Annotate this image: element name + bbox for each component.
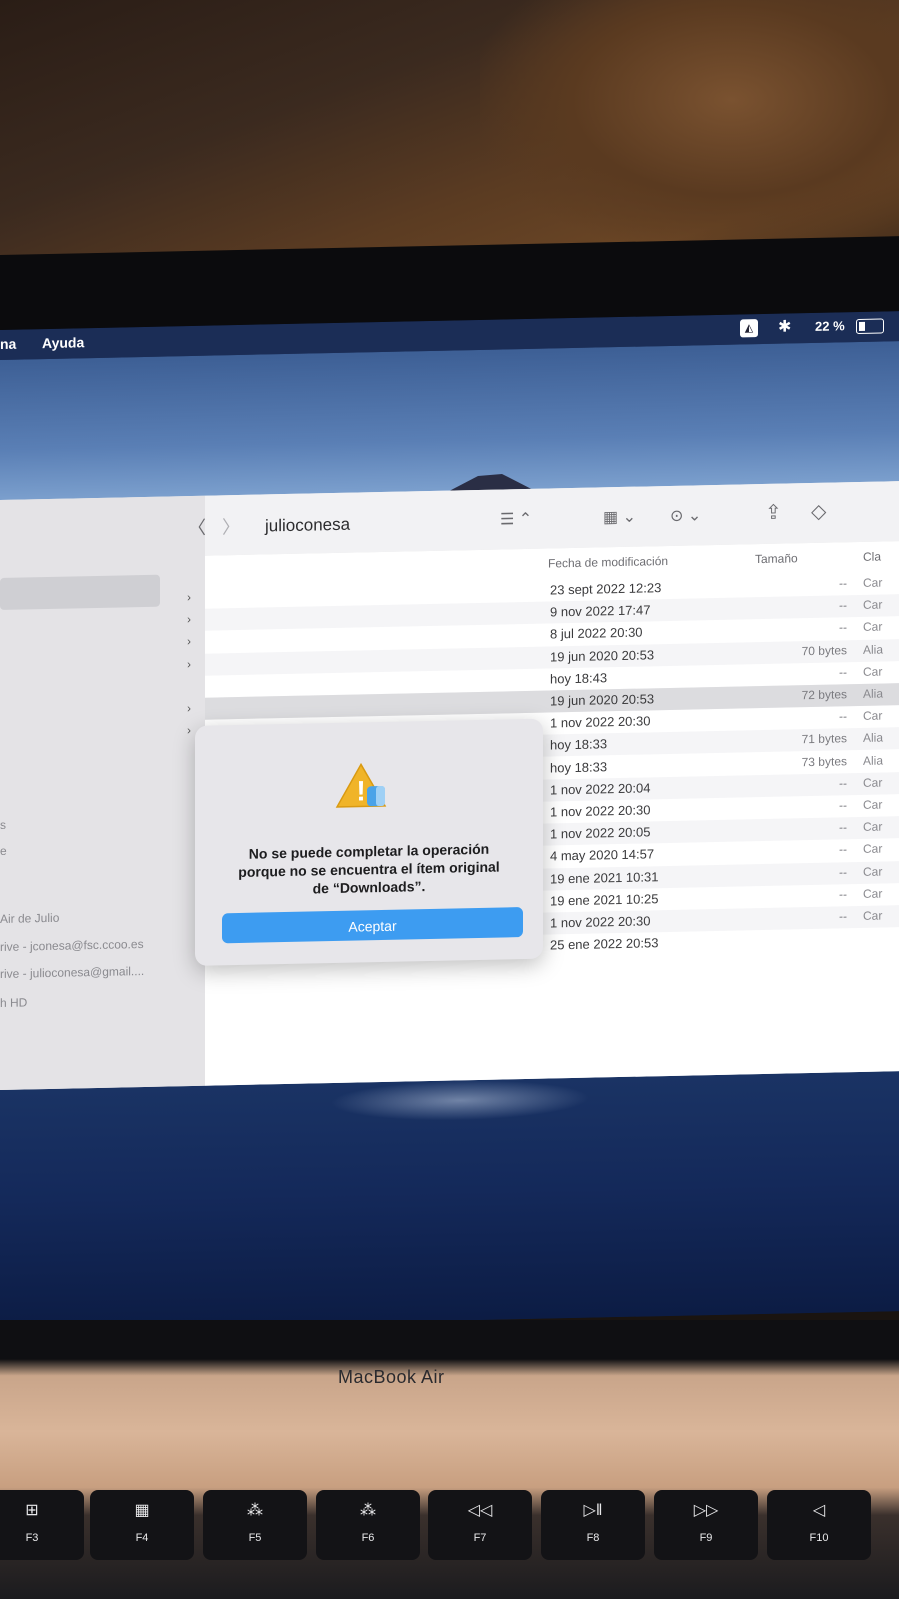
disclosure-chevron-icon[interactable]: › bbox=[187, 612, 191, 626]
forward-button[interactable]: 〉 bbox=[222, 513, 240, 539]
row-size: 71 bytes bbox=[801, 731, 847, 747]
row-size: -- bbox=[839, 820, 847, 835]
accept-button[interactable]: Aceptar bbox=[222, 907, 523, 944]
row-size: -- bbox=[839, 709, 847, 724]
menu-ayuda[interactable]: Ayuda bbox=[42, 334, 84, 351]
row-date: 1 nov 2022 20:05 bbox=[550, 824, 651, 842]
row-date: 19 ene 2021 10:25 bbox=[550, 891, 659, 909]
sidebar-selected-item[interactable] bbox=[0, 574, 160, 610]
row-kind: Alia bbox=[863, 730, 884, 746]
disclosure-chevron-icon[interactable]: › bbox=[187, 723, 191, 737]
row-size: -- bbox=[839, 798, 847, 813]
row-size: -- bbox=[839, 864, 847, 880]
row-date: 4 may 2020 14:57 bbox=[550, 846, 655, 864]
finder-window: s e Air de Julio rive - jconesa@fsc.ccoo… bbox=[0, 481, 899, 1090]
background-light bbox=[480, 0, 899, 250]
row-size: -- bbox=[839, 620, 847, 635]
row-size: -- bbox=[839, 842, 847, 857]
warning-mark: ! bbox=[356, 775, 365, 806]
row-date: 1 nov 2022 20:30 bbox=[550, 713, 651, 731]
sidebar-item-onedrive-2[interactable]: rive - julioconesa@gmail.... bbox=[0, 964, 144, 981]
row-date: 19 ene 2021 10:31 bbox=[550, 868, 659, 887]
row-kind: Car bbox=[863, 886, 883, 901]
row-date: 1 nov 2022 20:04 bbox=[550, 780, 651, 798]
row-size bbox=[777, 931, 847, 932]
disclosure-chevron-icon[interactable]: › bbox=[187, 590, 191, 604]
warning-finder-icon: ! bbox=[335, 762, 387, 808]
disclosure-chevron-icon[interactable]: › bbox=[187, 701, 191, 715]
menu-ventana[interactable]: na bbox=[0, 336, 16, 352]
row-kind: Car bbox=[863, 908, 883, 923]
row-kind: Car bbox=[863, 708, 883, 724]
row-kind: Car bbox=[863, 864, 883, 879]
row-date: hoy 18:43 bbox=[550, 670, 608, 687]
row-kind: Alia bbox=[863, 642, 884, 657]
row-kind: Alia bbox=[863, 753, 884, 768]
wallpaper-foam bbox=[330, 1077, 590, 1124]
row-kind: Car bbox=[863, 841, 883, 857]
row-kind: Alia bbox=[863, 686, 884, 701]
dropbox-icon[interactable]: ◭ bbox=[740, 319, 758, 338]
row-date: hoy 18:33 bbox=[550, 758, 608, 776]
finder-sidebar: s e Air de Julio rive - jconesa@fsc.ccoo… bbox=[0, 495, 205, 1090]
bluetooth-icon[interactable]: ✱ bbox=[778, 316, 791, 336]
row-kind: Car bbox=[863, 619, 883, 635]
battery-percentage: 22 % bbox=[815, 318, 845, 334]
row-size: 73 bytes bbox=[801, 753, 847, 769]
laptop-brand-label: MacBook Air bbox=[338, 1367, 445, 1387]
row-kind: Car bbox=[863, 597, 883, 613]
row-date: 23 sept 2022 12:23 bbox=[550, 580, 662, 598]
row-size: -- bbox=[839, 909, 847, 924]
sidebar-item-device[interactable]: Air de Julio bbox=[0, 911, 59, 926]
battery-level bbox=[859, 321, 865, 332]
share-icon[interactable]: ⇪ bbox=[765, 500, 782, 525]
laptop-base bbox=[0, 1320, 899, 1599]
window-title: julioconesa bbox=[265, 514, 351, 536]
row-kind: Car bbox=[863, 575, 883, 590]
sidebar-item-onedrive-1[interactable]: rive - jconesa@fsc.ccoo.es bbox=[0, 937, 144, 954]
row-size: -- bbox=[839, 887, 847, 902]
row-size: -- bbox=[839, 776, 847, 791]
list-view-icon[interactable]: ☰ ⌃ bbox=[500, 509, 532, 530]
laptop-screen: na Ayuda ◭ ✱ 22 % s e Air de Julio rive … bbox=[0, 311, 899, 1330]
row-date: hoy 18:33 bbox=[550, 736, 608, 753]
alert-message: No se puede completar la operación porqu… bbox=[217, 839, 521, 899]
more-actions-icon[interactable]: ⊙ ⌄ bbox=[670, 505, 701, 526]
sidebar-item-disk[interactable]: h HD bbox=[0, 995, 27, 1010]
row-kind: Car bbox=[863, 819, 883, 835]
row-kind: Car bbox=[863, 797, 883, 812]
disclosure-chevron-icon[interactable]: › bbox=[187, 657, 191, 671]
row-date: 9 nov 2022 17:47 bbox=[550, 602, 651, 620]
row-date: 8 jul 2022 20:30 bbox=[550, 624, 643, 642]
battery-icon[interactable] bbox=[856, 318, 884, 335]
grid-view-icon[interactable]: ▦ ⌄ bbox=[603, 507, 636, 528]
sidebar-item-e[interactable]: e bbox=[0, 844, 7, 858]
back-button[interactable]: 〈 bbox=[188, 514, 206, 540]
row-date: 25 ene 2022 20:53 bbox=[550, 935, 659, 953]
row-date: 19 jun 2020 20:53 bbox=[550, 646, 655, 665]
disclosure-chevron-icon[interactable]: › bbox=[187, 634, 191, 648]
row-size: 72 bytes bbox=[801, 687, 847, 703]
row-date: 1 nov 2022 20:30 bbox=[550, 913, 651, 931]
alert-dialog: ! No se puede completar la operación por… bbox=[195, 718, 543, 966]
row-size: -- bbox=[839, 576, 847, 591]
sidebar-item-s[interactable]: s bbox=[0, 818, 6, 832]
row-size: -- bbox=[839, 598, 847, 613]
row-kind: Car bbox=[863, 775, 883, 790]
row-size: -- bbox=[839, 665, 847, 680]
row-date: 1 nov 2022 20:30 bbox=[550, 802, 651, 820]
row-date: 19 jun 2020 20:53 bbox=[550, 691, 655, 709]
row-size: 70 bytes bbox=[801, 642, 847, 658]
tag-icon[interactable]: ◇ bbox=[811, 499, 826, 524]
row-kind: Car bbox=[863, 664, 883, 679]
